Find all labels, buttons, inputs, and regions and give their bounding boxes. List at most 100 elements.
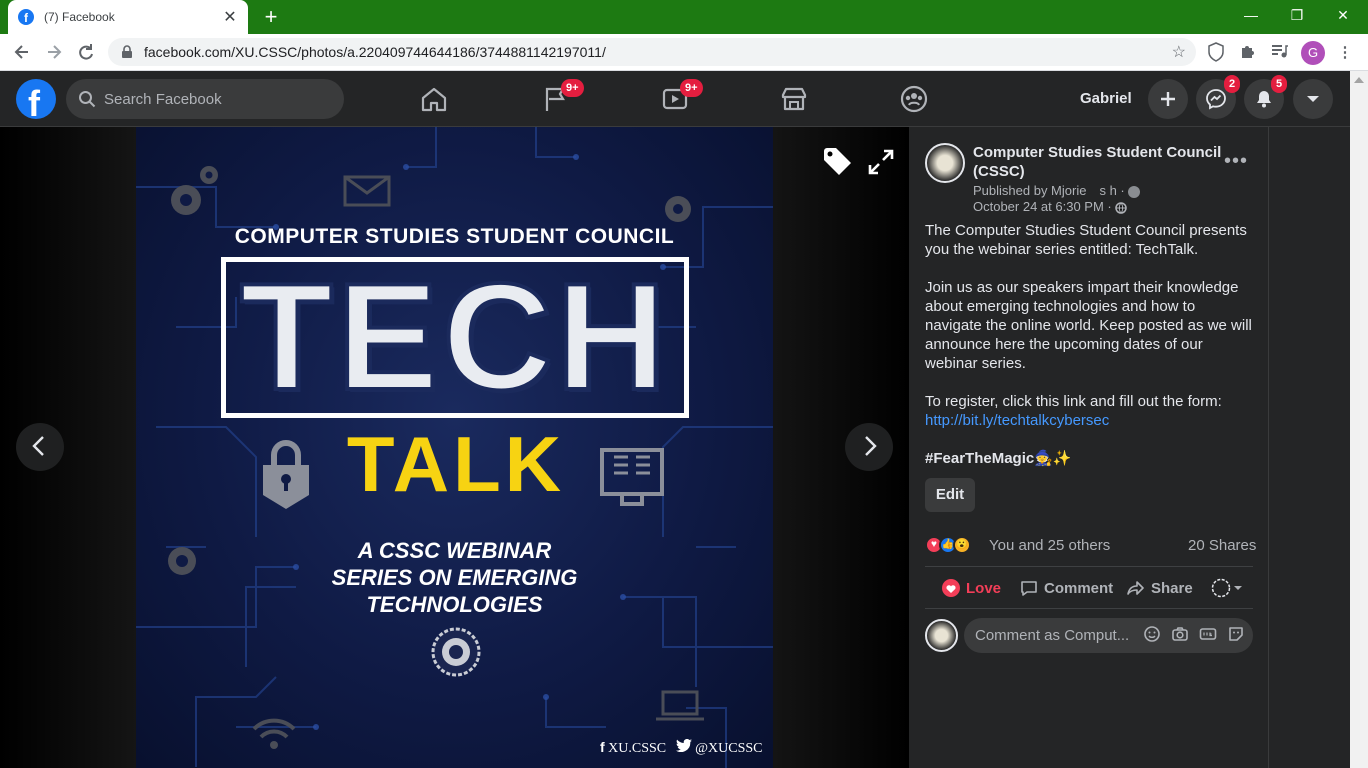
post-paragraph-2: Join us as our speakers impart their kno… (925, 279, 1252, 372)
chevron-left-icon (32, 436, 44, 456)
facebook-f-icon: f (600, 739, 605, 755)
messenger-badge: 2 (1224, 75, 1241, 93)
hashtag-link[interactable]: #FearTheMagic (925, 450, 1034, 467)
post-as-selector[interactable] (1211, 577, 1243, 599)
facebook-logo-icon[interactable]: f (16, 79, 56, 119)
pages-badge: 9+ (561, 79, 584, 97)
edit-button[interactable]: Edit (925, 478, 975, 512)
profile-name-link[interactable]: Gabriel (1080, 90, 1132, 107)
photo-viewer: COMPUTER STUDIES STUDENT COUNCIL TECH TA… (0, 127, 909, 768)
address-bar[interactable]: facebook.com/XU.CSSC/photos/a.2204097446… (108, 38, 1196, 66)
browser-menu-icon[interactable]: ⋮ (1334, 42, 1356, 64)
share-button[interactable]: Share (1127, 577, 1193, 599)
poster-subtitle: A CSSC WEBINAR SERIES ON EMERGING TECHNO… (136, 537, 773, 618)
extensions-puzzle-icon[interactable] (1237, 42, 1259, 64)
reactions-count[interactable]: You and 25 others (989, 537, 1110, 554)
comment-button[interactable]: Comment (1020, 577, 1113, 599)
watch-badge: 9+ (680, 79, 703, 97)
poster-subtitle-line1: A CSSC WEBINAR (357, 538, 552, 563)
post-options-button[interactable]: ••• (1224, 150, 1248, 173)
twitter-bird-icon (675, 738, 692, 753)
tab-close-icon[interactable]: ✕ (222, 7, 238, 27)
comment-placeholder: Comment as Comput... (975, 627, 1130, 644)
poster-subtitle-line2: SERIES ON EMERGING (331, 565, 578, 590)
scroll-up-arrow-icon[interactable] (1354, 77, 1364, 83)
commenter-avatar[interactable] (925, 619, 958, 652)
hashtag-emoji: 🧙✨ (1034, 450, 1072, 467)
poster-facebook-handle: XU.CSSC (608, 741, 667, 756)
share-arrow-icon (1127, 581, 1144, 595)
facebook-favicon-icon: f (18, 9, 34, 25)
restore-button[interactable]: ❐ (1274, 0, 1320, 30)
create-button[interactable] (1148, 79, 1188, 119)
comment-input[interactable]: Comment as Comput... (964, 618, 1253, 653)
home-icon[interactable] (416, 81, 452, 117)
browser-tab-strip: f (7) Facebook ✕ + — ❐ ✕ (0, 0, 1368, 34)
notifications-badge: 5 (1271, 75, 1288, 93)
shield-extension-icon[interactable] (1205, 42, 1227, 64)
forward-button[interactable] (40, 38, 68, 66)
love-button[interactable]: Love (942, 577, 1001, 599)
caret-down-small-icon (1234, 586, 1242, 590)
gif-icon[interactable] (1197, 625, 1219, 647)
chevron-right-icon (865, 436, 877, 456)
next-photo-button[interactable] (845, 423, 893, 471)
bookmark-star-icon[interactable]: ☆ (1172, 42, 1186, 62)
info-icon (1128, 185, 1141, 198)
poster-tech-word: TECH (238, 252, 670, 422)
search-icon (79, 91, 96, 108)
back-arrow-icon (14, 45, 28, 59)
page-avatar-small-icon (1211, 578, 1231, 598)
actions-divider-bottom (925, 608, 1253, 609)
tab-title: (7) Facebook (44, 10, 115, 24)
search-facebook-input[interactable]: Search Facebook (66, 79, 344, 119)
comment-label: Comment (1044, 579, 1114, 597)
love-label: Love (966, 579, 1002, 597)
new-tab-button[interactable]: + (258, 4, 284, 30)
shares-count[interactable]: 20 Shares (1188, 537, 1256, 554)
hashtag-line: #FearTheMagic🧙✨ (925, 449, 1255, 468)
page-name-link[interactable]: Computer Studies Student Council (CSSC) (973, 143, 1223, 181)
page-scrollbar[interactable] (1350, 71, 1368, 768)
plus-icon (1161, 92, 1175, 106)
published-by-text: Published by M​jorie s h · (973, 183, 1141, 198)
poster-social-handles: f XU.CSSC @XUCSSC (600, 738, 763, 757)
emoji-icon[interactable] (1141, 625, 1163, 647)
groups-icon[interactable] (896, 81, 932, 117)
tag-photo-icon[interactable] (820, 145, 854, 179)
reaction-icons[interactable]: ♥ 👍 😮 (925, 536, 971, 554)
marketplace-icon[interactable] (776, 81, 812, 117)
browser-toolbar: facebook.com/XU.CSSC/photos/a.2204097446… (0, 34, 1368, 71)
public-globe-icon (1115, 201, 1128, 214)
forward-arrow-icon (48, 45, 62, 59)
caret-down-icon (1307, 96, 1319, 102)
fullscreen-expand-icon[interactable] (864, 145, 898, 179)
media-control-icon[interactable] (1268, 42, 1290, 64)
messenger-icon (1206, 89, 1226, 110)
post-paragraph-1: The Computer Studies Student Council pre… (925, 222, 1247, 258)
back-button[interactable] (8, 38, 36, 66)
reload-icon (79, 44, 93, 60)
page-avatar[interactable] (925, 143, 965, 183)
actions-divider-top (925, 566, 1253, 567)
post-date: October 24 at 6:30 PM · (973, 199, 1128, 214)
browser-tab[interactable]: f (7) Facebook ✕ (8, 0, 248, 34)
camera-icon[interactable] (1169, 625, 1191, 647)
poster-talk-word: TALK (346, 420, 566, 508)
bell-icon (1257, 91, 1271, 108)
browser-profile-avatar[interactable]: G (1301, 41, 1325, 65)
post-date-label[interactable]: October 24 at 6:30 PM · (973, 199, 1112, 214)
post-paragraph-3: To register, click this link and fill ou… (925, 393, 1222, 410)
published-by-label: Published by M​jorie s h · (973, 183, 1125, 198)
reload-button[interactable] (72, 38, 100, 66)
minimize-button[interactable]: — (1228, 0, 1274, 30)
register-link[interactable]: http://bit.ly/techtalkcybersec (925, 411, 1255, 430)
previous-photo-button[interactable] (16, 423, 64, 471)
techtalk-poster-image: COMPUTER STUDIES STUDENT COUNCIL TECH TA… (136, 127, 773, 768)
close-window-button[interactable]: ✕ (1320, 0, 1366, 30)
panel-right-gutter (1268, 127, 1350, 768)
poster-council-title: COMPUTER STUDIES STUDENT COUNCIL (234, 225, 675, 248)
sticker-icon[interactable] (1225, 625, 1247, 647)
account-menu-button[interactable] (1293, 79, 1333, 119)
search-placeholder: Search Facebook (104, 90, 222, 108)
